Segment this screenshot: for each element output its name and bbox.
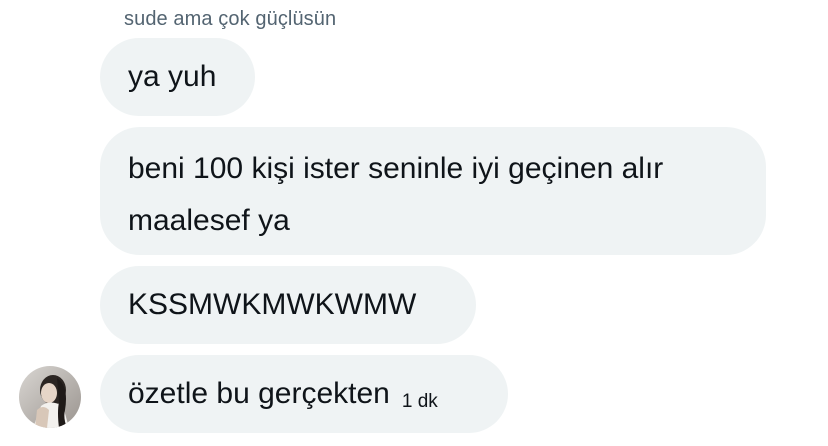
message-bubble[interactable]: KSSMWKMWKWMW (100, 266, 476, 344)
message-text: ya yuh (128, 60, 217, 93)
message-bubble[interactable]: beni 100 kişi ister seninle iyi geçinen … (100, 127, 766, 255)
message-text: KSSMWKMWKWMW (128, 288, 417, 321)
avatar[interactable] (19, 366, 81, 428)
message-bubble[interactable]: özetle bu gerçekten 1 dk (100, 355, 508, 433)
message-text: özetle bu gerçekten (128, 377, 390, 410)
message-timestamp: 1 dk (401, 391, 438, 412)
sender-name: sude ama çok güçlüsün (124, 8, 337, 30)
message-text: beni 100 kişi ister seninle iyi geçinen … (128, 152, 664, 237)
avatar-photo-icon (19, 366, 81, 428)
message-bubble[interactable]: ya yuh (100, 38, 255, 116)
